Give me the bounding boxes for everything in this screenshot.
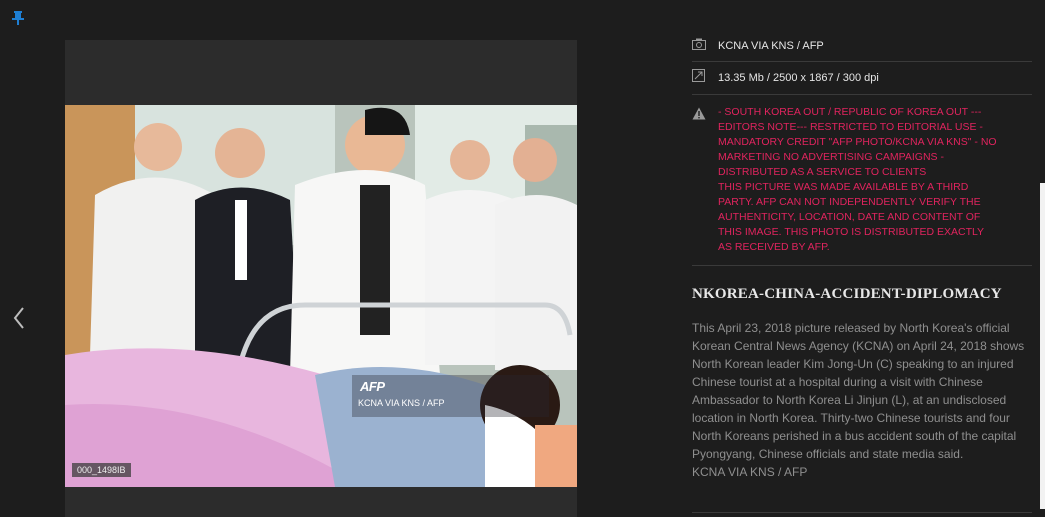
chevron-left-icon [13,307,24,329]
divider [692,512,1032,513]
image-viewer: AFP KCNA VIA KNS / AFP 000_1498IB [65,40,577,517]
watermark: AFP KCNA VIA KNS / AFP [352,375,549,417]
info-panel: KCNA VIA KNS / AFP 13.35 Mb / 2500 x 186… [692,30,1032,481]
news-photo[interactable]: AFP KCNA VIA KNS / AFP 000_1498IB [65,105,577,487]
caption-credit: KCNA VIA KNS / AFP [692,465,808,479]
scrollbar[interactable] [1040,183,1045,509]
photo-headline: NKOREA-CHINA-ACCIDENT-DIPLOMACY [692,286,1002,302]
credit-row: KCNA VIA KNS / AFP [692,30,1032,62]
resize-icon [692,69,718,87]
file-size-info: 13.35 Mb / 2500 x 1867 / 300 dpi [718,72,879,84]
photo-caption: This April 23, 2018 picture released by … [692,319,1028,481]
previous-image-button[interactable] [10,305,30,331]
warning-icon [692,105,718,125]
size-row: 13.35 Mb / 2500 x 1867 / 300 dpi [692,62,1032,95]
camera-icon [692,37,718,55]
restriction-row: - SOUTH KOREA OUT / REPUBLIC OF KOREA OU… [692,95,1032,266]
photo-credit: KCNA VIA KNS / AFP [718,39,824,52]
image-id-badge: 000_1498IB [72,463,131,477]
restriction-notice: - SOUTH KOREA OUT / REPUBLIC OF KOREA OU… [718,106,997,253]
caption-text: This April 23, 2018 picture released by … [692,321,1025,461]
pin-icon[interactable] [10,10,26,26]
afp-logo: AFP [360,379,385,394]
watermark-credit: KCNA VIA KNS / AFP [358,398,445,408]
